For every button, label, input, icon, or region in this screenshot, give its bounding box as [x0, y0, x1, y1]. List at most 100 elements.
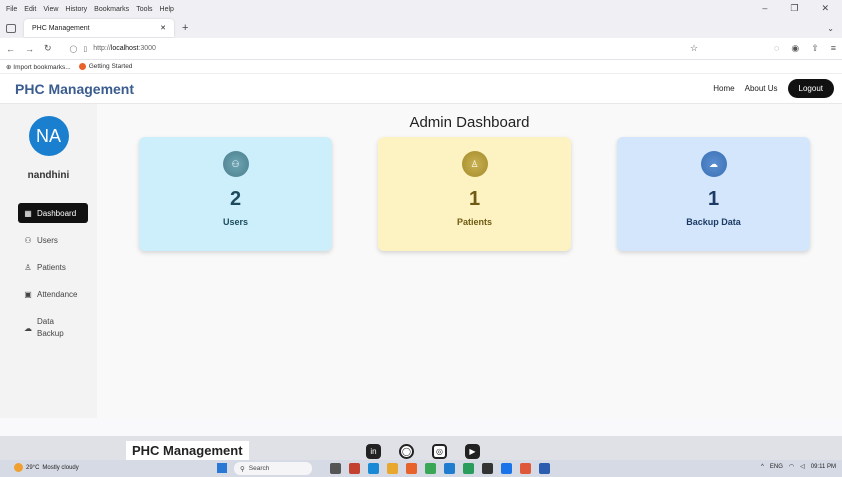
windows-start-icon[interactable]: [217, 463, 227, 473]
new-tab-icon[interactable]: +: [182, 22, 188, 34]
backup-card-label: Backup Data: [686, 217, 741, 227]
tab-close-icon[interactable]: ✕: [160, 24, 166, 32]
menu-bookmarks[interactable]: Bookmarks: [94, 6, 129, 13]
bookmark-getting-started[interactable]: Getting Started: [78, 62, 132, 70]
url-text: http://localhost:3000: [93, 45, 156, 52]
menu-help[interactable]: Help: [160, 6, 174, 13]
instagram-icon[interactable]: ◎: [432, 444, 447, 459]
sidebar-item-patients[interactable]: ♙ Patients: [18, 257, 88, 277]
footer-brand: PHC Management: [126, 441, 249, 460]
linkedin-icon[interactable]: in: [366, 444, 381, 459]
sidebar-item-users[interactable]: ⚇ Users: [18, 230, 88, 250]
chrome-icon[interactable]: [425, 463, 436, 474]
page-title: Admin Dashboard: [409, 114, 530, 131]
app-layout: NA nandhini ▦ Dashboard ⚇ Users ♙ Patien…: [0, 104, 842, 418]
tab-phc-management[interactable]: PHC Management ✕: [24, 19, 174, 37]
tab-title: PHC Management: [32, 24, 90, 32]
nav-about-us[interactable]: About Us: [745, 84, 778, 93]
browser-navbar: ← → ↻ ◯ ▯ http://localhost:3000 ☆ ◌ ◉ ⇧ …: [0, 38, 842, 60]
temperature: 29°C: [26, 464, 40, 471]
time[interactable]: 09:11 PM: [811, 464, 836, 470]
main-content: Admin Dashboard ⚇ 2 Users ♙ 1 Patients ☁…: [97, 104, 842, 418]
menu-tools[interactable]: Tools: [136, 6, 152, 13]
app-icon[interactable]: [482, 463, 493, 474]
sidebar-item-label: Data Backup: [37, 317, 64, 338]
grid-icon: ▦: [24, 208, 32, 218]
username: nandhini: [27, 170, 70, 181]
calendar-icon: ▣: [24, 289, 32, 299]
search-icon: ⚲: [240, 465, 245, 473]
menu-icon[interactable]: ≡: [831, 43, 836, 54]
sidebar-item-dashboard[interactable]: ▦ Dashboard: [18, 203, 88, 223]
url-bar[interactable]: ◯ ▯ http://localhost:3000: [70, 45, 156, 53]
reload-icon[interactable]: ↻: [44, 43, 52, 54]
minimize-icon[interactable]: –: [762, 3, 767, 14]
app-icon[interactable]: [368, 463, 379, 474]
backup-card[interactable]: ☁ 1 Backup Data: [617, 137, 810, 251]
app-brand[interactable]: PHC Management: [15, 81, 134, 97]
sidebar: NA nandhini ▦ Dashboard ⚇ Users ♙ Patien…: [0, 104, 97, 418]
forward-icon[interactable]: →: [25, 44, 34, 54]
app-icon[interactable]: [501, 463, 512, 474]
pocket-icon[interactable]: ◌: [774, 43, 779, 54]
menu-file[interactable]: File: [6, 6, 17, 13]
extensions-icon[interactable]: ⇧: [811, 43, 819, 54]
taskbar-apps: [330, 463, 550, 474]
taskbar-search[interactable]: ⚲ Search: [234, 462, 312, 475]
sidebar-item-attendance[interactable]: ▣ Attendance: [18, 284, 88, 304]
sidebar-item-data-backup[interactable]: ☁ Data Backup: [18, 311, 88, 345]
weather-widget[interactable]: 29°C Mostly cloudy: [14, 463, 79, 472]
app-icon[interactable]: [463, 463, 474, 474]
menu-edit[interactable]: Edit: [24, 6, 36, 13]
backup-count: 1: [707, 188, 720, 210]
weather-icon: [14, 463, 23, 472]
users-icon: ⚇: [222, 151, 249, 177]
users-card[interactable]: ⚇ 2 Users: [139, 137, 332, 251]
tab-bar: PHC Management ✕ + ⌄: [0, 18, 842, 38]
close-icon[interactable]: ✕: [821, 3, 829, 14]
os-taskbar: 29°C Mostly cloudy ⚲ Search ^ ENG ◠ ◁ 09…: [0, 460, 842, 477]
github-icon[interactable]: ◯: [399, 444, 414, 459]
app-icon[interactable]: [349, 463, 360, 474]
bookmark-import[interactable]: ⊕ Import bookmarks...: [6, 63, 71, 71]
back-icon[interactable]: ←: [6, 44, 15, 54]
search-placeholder: Search: [248, 465, 270, 472]
app-icon[interactable]: [330, 463, 341, 474]
app-icon[interactable]: [520, 463, 531, 474]
users-icon: ⚇: [24, 235, 32, 245]
sidebar-item-label: Patients: [37, 262, 66, 272]
app-icon[interactable]: [387, 463, 398, 474]
tab-list-icon[interactable]: [6, 23, 16, 33]
vscode-icon[interactable]: [444, 463, 455, 474]
menu-history[interactable]: History: [65, 6, 87, 13]
users-count: 2: [229, 188, 242, 210]
chevron-up-icon[interactable]: ^: [761, 464, 764, 470]
logout-button[interactable]: Logout: [787, 79, 834, 98]
patients-card[interactable]: ♙ 1 Patients: [378, 137, 571, 251]
menu-view[interactable]: View: [43, 6, 58, 13]
patients-card-label: Patients: [456, 217, 492, 227]
toolbar-icons: ◌ ◉ ⇧ ≡: [774, 43, 836, 54]
sidebar-item-label: Attendance: [37, 289, 78, 299]
shield-icon: ◯: [69, 45, 78, 53]
account-icon[interactable]: ◉: [791, 43, 799, 54]
cloud-upload-icon: ☁: [700, 151, 727, 177]
language[interactable]: ENG: [770, 464, 783, 470]
chevron-down-icon[interactable]: ⌄: [827, 24, 834, 33]
youtube-icon[interactable]: ▶: [465, 444, 480, 459]
bookmark-star-icon[interactable]: ☆: [690, 43, 698, 54]
system-tray: ^ ENG ◠ ◁ 09:11 PM: [761, 463, 836, 471]
wifi-icon[interactable]: ◠: [789, 463, 794, 470]
app-header: PHC Management Home About Us Logout: [0, 74, 842, 104]
nav-home[interactable]: Home: [713, 84, 734, 93]
firefox-icon[interactable]: [406, 463, 417, 474]
maximize-icon[interactable]: ❐: [790, 3, 798, 14]
weather-text: Mostly cloudy: [42, 464, 79, 471]
window-controls: – ❐ ✕: [762, 3, 836, 14]
users-card-label: Users: [222, 217, 249, 227]
cloud-upload-icon: ☁: [24, 323, 32, 333]
volume-icon[interactable]: ◁: [800, 463, 805, 470]
word-icon[interactable]: [539, 463, 550, 474]
user-icon: ♙: [461, 151, 488, 177]
sidebar-item-label: Users: [37, 235, 58, 245]
